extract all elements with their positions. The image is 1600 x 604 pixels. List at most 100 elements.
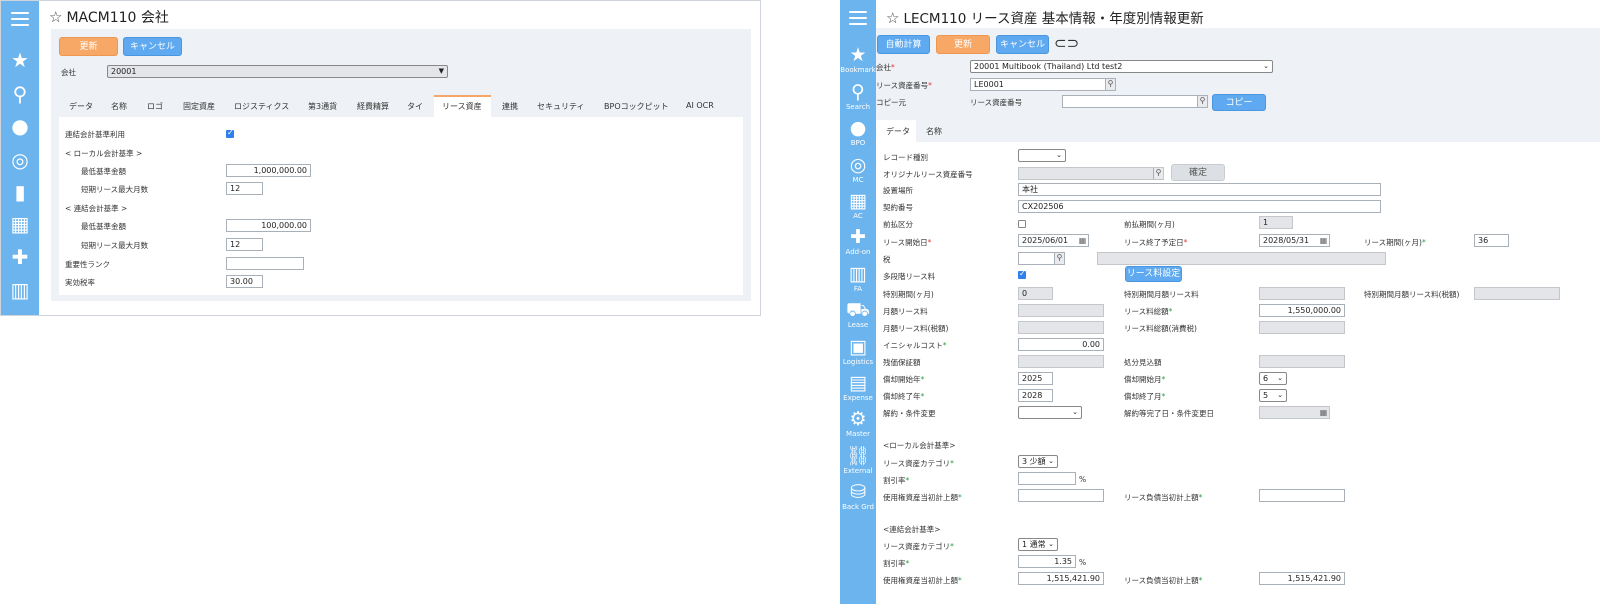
multi-stage-checkbox[interactable] <box>1018 269 1026 279</box>
contract-number-input[interactable]: CX202506 <box>1018 200 1381 213</box>
sidebar-item-lease[interactable]: ⛟ Lease <box>840 300 876 330</box>
sidebar-item-search[interactable]: ⚲ Search <box>840 82 876 112</box>
cancel-change-select[interactable]: ⌄ <box>1018 406 1082 419</box>
tab-fixed-asset[interactable]: 固定資産 <box>183 101 215 112</box>
consolidated-checkbox[interactable] <box>226 128 234 138</box>
special-monthly-tax-input[interactable] <box>1474 287 1560 300</box>
importance-rank-input[interactable] <box>226 257 304 270</box>
tab-lease-asset[interactable]: リース資産 <box>442 101 482 112</box>
tab-logistics[interactable]: ロジスティクス <box>234 101 289 112</box>
calculator-icon[interactable]: ▦ <box>1 213 39 235</box>
consol-discount-rate-input[interactable]: 1.35 <box>1018 555 1076 568</box>
update-button[interactable]: 更新 <box>59 37 118 56</box>
cancel-button[interactable]: キャンセル <box>996 35 1049 54</box>
local-category-select[interactable]: 3 少額 ⌄ <box>1018 455 1058 468</box>
chart-icon[interactable]: ▮ <box>1 181 39 203</box>
consol-short-lease-input[interactable]: 12 <box>226 238 263 251</box>
original-asset-number-input[interactable] <box>1018 167 1164 180</box>
dep-end-year-input[interactable]: 2028 <box>1018 389 1053 402</box>
tab-ai-ocr[interactable]: AI OCR <box>686 101 714 110</box>
confirm-button[interactable]: 確定 <box>1171 164 1225 181</box>
search-icon[interactable]: ⚲ <box>1105 79 1115 90</box>
cancel-button[interactable]: キャンセル <box>123 37 182 56</box>
tab-bpo-cockpit[interactable]: BPOコックピット <box>604 101 669 112</box>
sidebar-item-bookmark[interactable]: ★ Bookmark <box>840 45 876 75</box>
favorite-star-icon[interactable]: ☆ <box>886 9 899 27</box>
local-discount-rate-input[interactable] <box>1018 472 1076 485</box>
tab-thai[interactable]: タイ <box>407 101 423 112</box>
calendar-icon[interactable]: ▦ <box>1077 235 1088 246</box>
copy-button[interactable]: コピー <box>1212 94 1266 111</box>
tab-name[interactable]: 名称 <box>926 126 942 137</box>
consol-category-select[interactable]: 1 通常 ⌄ <box>1018 538 1058 551</box>
sidebar-item-external[interactable]: ⛓ External <box>840 446 876 476</box>
local-liability-input[interactable] <box>1259 489 1345 502</box>
sidebar-item-fa[interactable]: ▥ FA <box>840 264 876 294</box>
company-select[interactable]: 20001 ▼ <box>107 65 448 78</box>
dep-start-year-input[interactable]: 2025 <box>1018 372 1053 385</box>
sidebar-item-master[interactable]: ⚙ Master <box>840 409 876 439</box>
lease-fee-setting-button[interactable]: リース料設定 <box>1125 266 1182 282</box>
tab-security[interactable]: セキュリティ <box>537 101 585 112</box>
dep-end-month-select[interactable]: 5 ⌄ <box>1259 389 1287 402</box>
company-select[interactable]: 20001 Multibook (Thailand) Ltd test2 ⌄ <box>970 60 1273 73</box>
calendar-icon[interactable]: ▦ <box>1318 235 1329 246</box>
tab-expense[interactable]: 経費精算 <box>357 101 389 112</box>
search-icon[interactable]: ⚲ <box>1 83 39 105</box>
attachment-icon[interactable]: ⊂⊃ <box>1054 34 1079 52</box>
local-short-lease-input[interactable]: 12 <box>226 182 263 195</box>
prepaid-checkbox[interactable] <box>1018 220 1026 228</box>
prepaid-period-input[interactable]: 1 <box>1259 216 1293 229</box>
sidebar-item-back-grd[interactable]: ⛁ Back Grd <box>840 482 876 512</box>
addon-icon[interactable]: ✚ <box>1 246 39 268</box>
update-button[interactable]: 更新 <box>936 35 990 54</box>
search-icon[interactable]: ⚲ <box>1197 96 1207 107</box>
total-lease-input[interactable]: 1,550,000.00 <box>1259 304 1345 317</box>
initial-cost-input[interactable]: 0.00 <box>1018 338 1104 351</box>
total-lease-tax-input[interactable] <box>1259 321 1345 334</box>
tab-logo[interactable]: ロゴ <box>147 101 163 112</box>
star-icon[interactable]: ★ <box>1 49 39 71</box>
favorite-star-icon[interactable]: ☆ <box>49 8 62 26</box>
sidebar-item-ac[interactable]: ▦ AC <box>840 191 876 221</box>
auto-calc-button[interactable]: 自動計算 <box>877 35 930 54</box>
tab-data[interactable]: データ <box>886 126 910 137</box>
lease-period-input[interactable]: 36 <box>1474 234 1509 247</box>
sidebar-item-bpo[interactable]: ● BPO <box>840 118 876 148</box>
monthly-lease-tax-input[interactable] <box>1018 321 1104 334</box>
search-icon[interactable]: ⚲ <box>1153 168 1163 179</box>
disposal-estimate-input[interactable] <box>1259 355 1345 368</box>
tab-name[interactable]: 名称 <box>111 101 127 112</box>
sidebar-item-expense[interactable]: ▤ Expense <box>840 373 876 403</box>
special-period-input[interactable]: 0 <box>1018 287 1053 300</box>
hamburger-menu-icon[interactable] <box>11 12 29 26</box>
location-input[interactable]: 本社 <box>1018 183 1381 196</box>
sidebar-item-logistics[interactable]: ▣ Logistics <box>840 337 876 367</box>
monthly-lease-input[interactable] <box>1018 304 1104 317</box>
disposal-estimate-label: 処分見込額 <box>1124 358 1162 367</box>
tab-integration[interactable]: 連携 <box>502 101 518 112</box>
globe-icon[interactable]: ◎ <box>1 149 39 171</box>
sidebar-item-addon[interactable]: ✚ Add-on <box>840 227 876 257</box>
page-title: ☆ LECM110 リース資産 基本情報・年度別情報更新 <box>886 7 1204 27</box>
record-type-select[interactable]: ⌄ <box>1018 149 1066 162</box>
tab-data[interactable]: データ <box>69 101 93 112</box>
asset-number-input[interactable]: LE0001 <box>970 78 1116 91</box>
tab-third-currency[interactable]: 第3通貨 <box>308 101 337 112</box>
consol-liability-input[interactable]: 1,515,421.90 <box>1259 572 1345 585</box>
dep-start-month-select[interactable]: 6 ⌄ <box>1259 372 1287 385</box>
building-icon[interactable]: ▥ <box>1 279 39 301</box>
copy-asset-number-input[interactable] <box>1062 95 1208 108</box>
local-min-amount-input[interactable]: 1,000,000.00 <box>226 164 311 177</box>
residual-guarantee-input[interactable] <box>1018 355 1104 368</box>
search-icon[interactable]: ⚲ <box>1054 253 1064 264</box>
special-monthly-input[interactable] <box>1259 287 1345 300</box>
consol-min-amount-input[interactable]: 100,000.00 <box>226 219 311 232</box>
sidebar-item-mc[interactable]: ◎ MC <box>840 155 876 185</box>
local-rou-asset-input[interactable] <box>1018 489 1104 502</box>
group-icon[interactable]: ● <box>1 115 39 137</box>
tax-rate-input[interactable]: 30.00 <box>226 275 263 288</box>
hamburger-menu-icon[interactable] <box>849 11 867 25</box>
consol-rou-asset-input[interactable]: 1,515,421.90 <box>1018 572 1104 585</box>
calendar-icon[interactable]: ▦ <box>1318 407 1329 418</box>
